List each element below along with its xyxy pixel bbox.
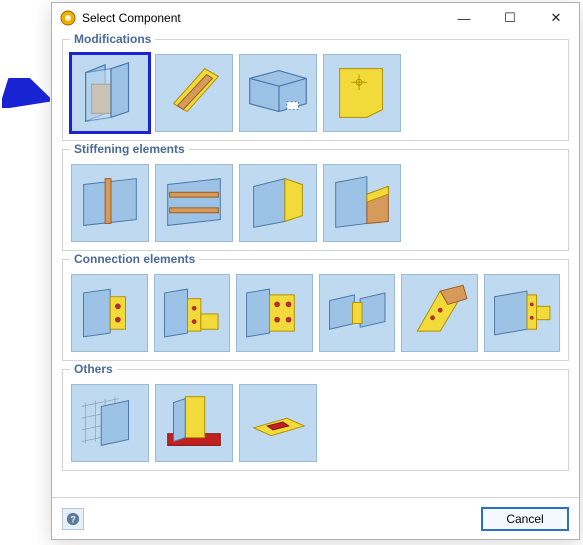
svg-text:?: ? — [70, 514, 75, 524]
component-cope[interactable] — [239, 54, 317, 132]
maximize-button[interactable]: ☐ — [487, 3, 533, 33]
component-stiffener-cap[interactable] — [239, 164, 317, 242]
group-others: Others — [62, 369, 569, 471]
window-title: Select Component — [82, 11, 441, 25]
app-icon — [60, 10, 76, 26]
close-button[interactable]: ✕ — [533, 3, 579, 33]
component-other-pad[interactable] — [239, 384, 317, 462]
group-title-modifications: Modifications — [70, 33, 155, 46]
group-stiffening: Stiffening elements — [62, 149, 569, 251]
group-connection: Connection elements — [62, 259, 569, 361]
annotation-arrow — [2, 78, 50, 108]
component-other-grid[interactable] — [71, 384, 149, 462]
component-stiffener-web[interactable] — [71, 164, 149, 242]
minimize-button[interactable]: — — [441, 3, 487, 33]
component-connection-plate4[interactable] — [236, 274, 313, 352]
group-title-connection: Connection elements — [70, 252, 199, 266]
cancel-label: Cancel — [506, 512, 543, 526]
dialog-content: Modifications — [52, 33, 579, 497]
component-connection-endplate[interactable] — [71, 274, 148, 352]
component-stiffener-wedge[interactable] — [323, 164, 401, 242]
titlebar: Select Component — ☐ ✕ — [52, 3, 579, 33]
component-connection-shear[interactable] — [484, 274, 561, 352]
cancel-button[interactable]: Cancel — [481, 507, 569, 531]
help-icon: ? — [66, 512, 80, 526]
group-title-others: Others — [70, 362, 117, 376]
component-connection-angle[interactable] — [154, 274, 231, 352]
component-other-baseplate[interactable] — [155, 384, 233, 462]
component-plate-cut[interactable] — [155, 54, 233, 132]
component-connection-gusset[interactable] — [401, 274, 478, 352]
dialog-footer: ? Cancel — [52, 497, 579, 539]
component-cut-profile[interactable] — [71, 54, 149, 132]
component-hole[interactable] — [323, 54, 401, 132]
select-component-dialog: Select Component — ☐ ✕ Modifications — [51, 2, 580, 540]
help-button[interactable]: ? — [62, 508, 84, 530]
component-connection-splice[interactable] — [319, 274, 396, 352]
component-stiffener-shelf[interactable] — [155, 164, 233, 242]
group-modifications: Modifications — [62, 39, 569, 141]
group-title-stiffening: Stiffening elements — [70, 142, 189, 156]
